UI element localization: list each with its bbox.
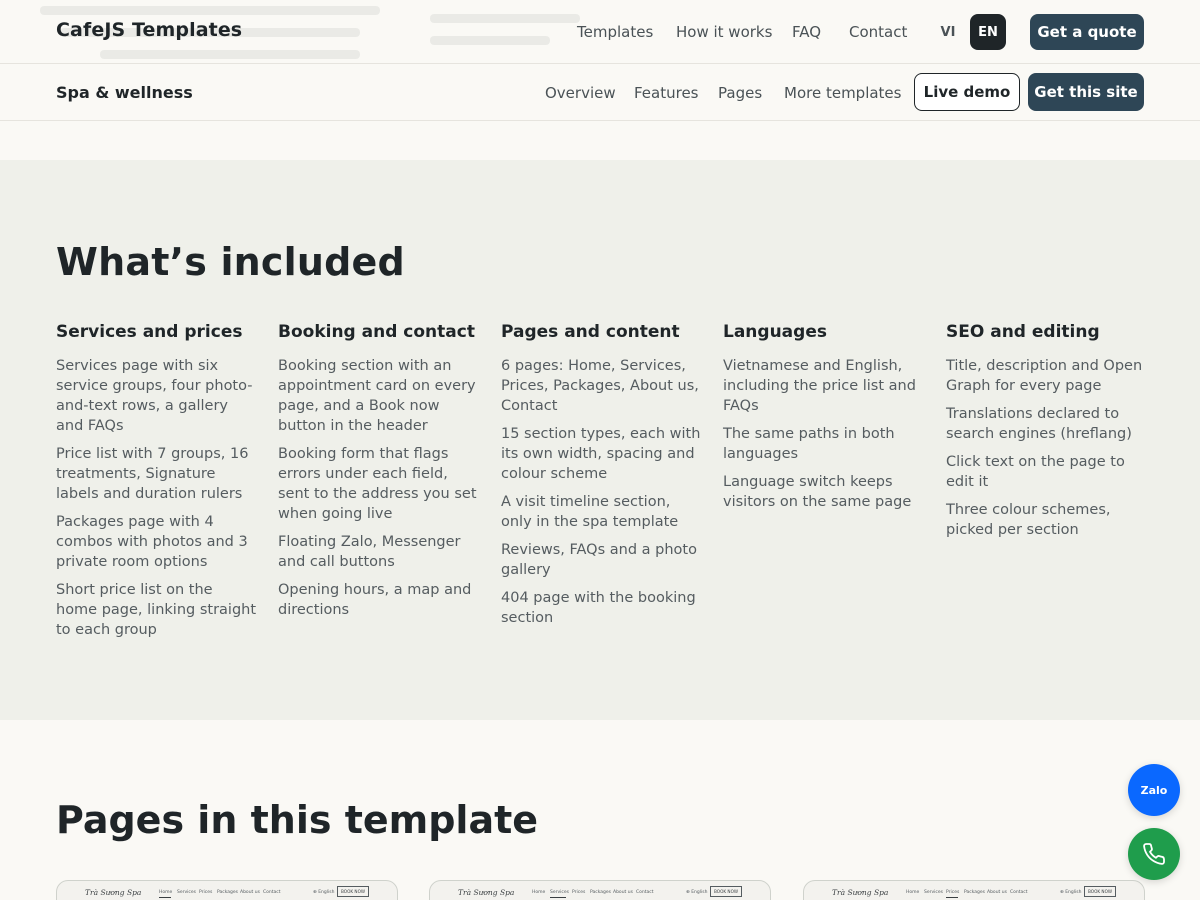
feature-item: Three colour schemes, picked per section [946,502,1111,538]
feature-item: 6 pages: Home, Services, Prices, Package… [501,358,699,414]
nav-faq[interactable]: FAQ [792,23,821,41]
thumb-lang: ⊕ English [686,890,708,895]
thumb-active-underline [946,897,958,898]
template-title: Spa & wellness [56,83,193,102]
feature-item: Packages page with 4 combos with photos … [56,514,248,570]
page-thumbnail-services[interactable]: Trà Sương Spa Home Services Prices Packa… [429,880,771,900]
thumb-book-button: BOOK NOW [1084,886,1116,897]
site-header: CafeJS Templates Templates How it works … [0,0,1200,64]
feature-column-seo: SEO and editing Title, description and O… [946,322,1148,548]
feature-column-languages: Languages Vietnamese and English, includ… [723,322,925,520]
thumb-nav-item: Contact [1010,890,1028,895]
phone-icon [1143,843,1165,865]
column-heading: Booking and contact [278,322,475,342]
column-heading: Services and prices [56,322,243,342]
thumb-nav-item: Services [177,890,196,895]
subnav-pages[interactable]: Pages [718,84,762,102]
page-thumbnail-home[interactable]: Trà Sương Spa Home Services Prices Packa… [56,880,398,900]
thumb-nav-item: Home [906,890,920,895]
thumb-nav-item: Home [159,890,173,895]
feature-item: A visit timeline section, only in the sp… [501,494,679,530]
subnav-more-templates[interactable]: More templates [784,84,901,102]
thumb-book-button: BOOK NOW [337,886,369,897]
thumb-nav-item: Prices [946,890,960,895]
get-this-site-button[interactable]: Get this site [1028,73,1144,111]
feature-column-pages: Pages and content 6 pages: Home, Service… [501,322,703,636]
nav-templates[interactable]: Templates [577,23,653,41]
thumb-nav-item: Packages [217,890,238,895]
feature-item: Vietnamese and English, including the pr… [723,358,916,414]
thumb-active-underline [550,897,566,898]
feature-item: Translations declared to search engines … [946,406,1132,442]
thumb-nav-item: Prices [572,890,586,895]
call-button[interactable] [1128,828,1180,880]
feature-column-booking: Booking and contact Booking section with… [278,322,480,628]
thumb-nav-item: Home [532,890,546,895]
column-heading: Pages and content [501,322,680,342]
thumb-lang: ⊕ English [1060,890,1082,895]
thumb-nav-item: Packages [590,890,611,895]
feature-column-services: Services and prices Services page with s… [56,322,258,648]
thumb-nav-item: Packages [964,890,985,895]
thumb-brand: Trà Sương Spa [458,888,515,897]
thumb-book-button: BOOK NOW [710,886,742,897]
thumb-nav-item: Contact [636,890,654,895]
thumb-brand: Trà Sương Spa [832,888,889,897]
thumb-nav-item: Services [550,890,569,895]
nav-contact[interactable]: Contact [849,23,907,41]
column-heading: Languages [723,322,827,342]
thumb-nav-item: About us [987,890,1007,895]
feature-item: Booking form that flags errors under eac… [278,446,477,522]
feature-item: Price list with 7 groups, 16 treatments,… [56,446,249,502]
thumb-nav-item: Prices [199,890,213,895]
thumb-nav-item: About us [613,890,633,895]
feature-item: Booking section with an appointment card… [278,358,476,434]
feature-item: Opening hours, a map and directions [278,582,472,618]
feature-item: The same paths in both languages [723,426,895,462]
thumb-nav-item: Contact [263,890,281,895]
feature-item: Click text on the page to edit it [946,454,1125,490]
thumb-brand: Trà Sương Spa [85,888,142,897]
thumb-active-underline [159,897,171,898]
subnav-overview[interactable]: Overview [545,84,616,102]
nav-how-it-works[interactable]: How it works [676,23,772,41]
section-title: What’s included [56,240,405,284]
feature-item: Services page with six service groups, f… [56,358,253,434]
thumb-nav-item: Services [924,890,943,895]
pages-section-title: Pages in this template [56,798,539,842]
column-heading: SEO and editing [946,322,1100,342]
whats-included-section: What’s included Services and prices Serv… [0,160,1200,720]
feature-item: 15 section types, each with its own widt… [501,426,701,482]
feature-item: Reviews, FAQs and a photo gallery [501,542,697,578]
zalo-chat-button[interactable]: Zalo [1128,764,1180,816]
feature-item: Short price list on the home page, linki… [56,582,257,638]
feature-item: Title, description and Open Graph for ev… [946,358,1143,394]
feature-item: Floating Zalo, Messenger and call button… [278,534,461,570]
thumb-lang: ⊕ English [313,890,335,895]
feature-item: 404 page with the booking section [501,590,696,626]
live-demo-button[interactable]: Live demo [914,73,1020,111]
feature-item: Language switch keeps visitors on the sa… [723,474,912,510]
page-thumbnail-prices[interactable]: Trà Sương Spa Home Services Prices Packa… [803,880,1145,900]
brand-logo[interactable]: CafeJS Templates [56,19,242,41]
lang-en-button[interactable]: EN [970,14,1006,50]
get-quote-button[interactable]: Get a quote [1030,14,1144,50]
lang-vi-button[interactable]: VI [934,14,962,50]
thumb-nav-item: About us [240,890,260,895]
template-subheader: Spa & wellness Overview Features Pages M… [0,65,1200,121]
subnav-features[interactable]: Features [634,84,699,102]
